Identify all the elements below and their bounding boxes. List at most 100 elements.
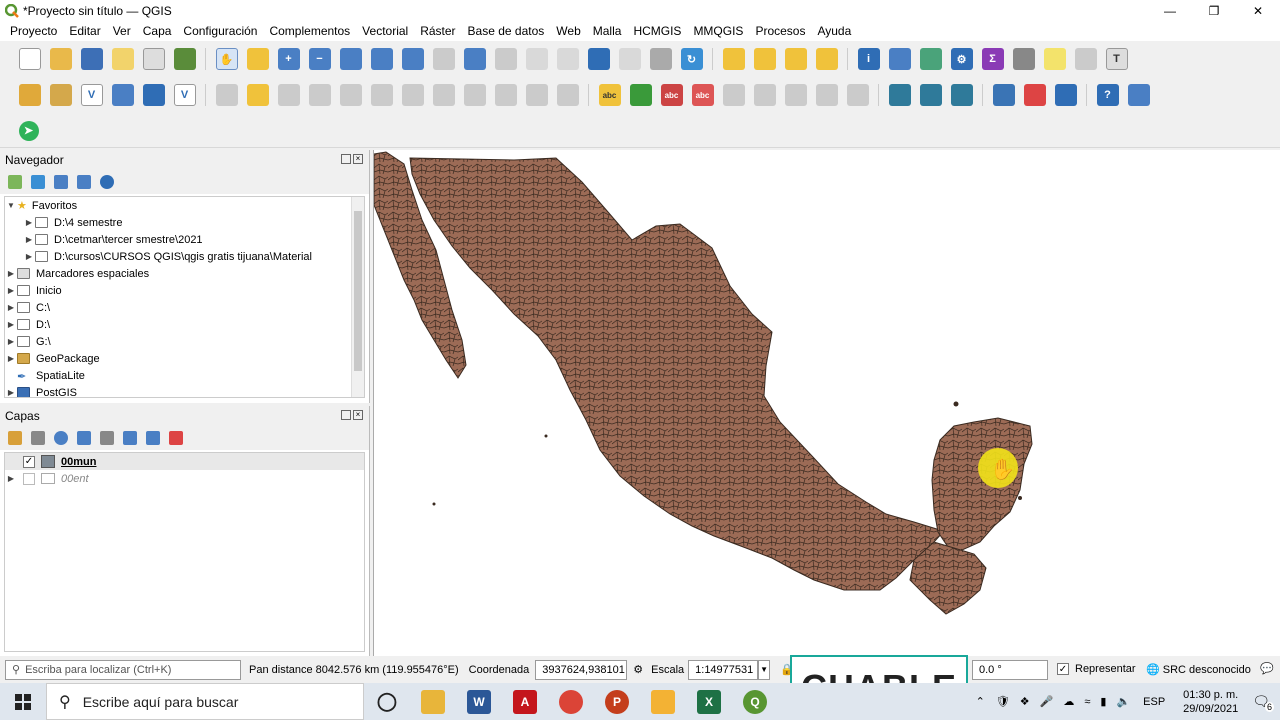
menu-web[interactable]: Web [556,24,580,38]
menu-mmqgis[interactable]: MMQGIS [693,24,743,38]
zoom-next-icon[interactable] [494,48,517,70]
layer-row-00ent[interactable]: ▶ 00ent [5,470,364,487]
python-console-icon[interactable] [992,84,1015,106]
input-language[interactable]: ESP [1143,696,1165,708]
move-label-icon[interactable] [722,84,745,106]
temporal-controller-icon[interactable] [649,48,672,70]
style-manager-icon[interactable] [173,48,196,70]
new-geopackage-icon[interactable] [49,84,72,106]
expand-arrow-icon[interactable]: ▼ [5,201,17,210]
add-virtual-layer-icon[interactable]: V [173,84,196,106]
open-attribute-table-icon[interactable] [888,48,911,70]
tree-item-home[interactable]: ▶ Inicio [5,282,364,299]
expand-arrow-icon[interactable]: ▶ [5,320,17,329]
expand-arrow-icon[interactable]: ▶ [23,252,35,261]
expand-arrow-icon[interactable]: ▶ [23,235,35,244]
unpin-label-icon[interactable] [846,84,869,106]
layer-visibility-checkbox[interactable]: ✓ [23,455,35,468]
web-service-wms-icon[interactable] [888,84,911,106]
menu-capa[interactable]: Capa [143,24,172,38]
show-bookmarks-icon[interactable] [618,48,641,70]
new-3d-view-icon[interactable] [556,48,579,70]
tree-item-favorite[interactable]: ▶ D:\4 semestre [5,214,364,231]
wifi-icon[interactable]: ≈ [1084,696,1090,708]
vertex-tool-icon[interactable] [339,84,362,106]
field-calculator-icon[interactable] [919,48,942,70]
manage-visibility-icon[interactable] [54,431,68,445]
menu-editar[interactable]: Editar [69,24,100,38]
diagram-tool-icon[interactable] [629,84,652,106]
show-hide-labels-icon[interactable]: abc [691,84,714,106]
add-spatialite-icon[interactable] [142,84,165,106]
dropbox-icon[interactable]: ❖ [1020,695,1030,708]
toggle-extents-icon[interactable]: ⚙ [633,663,643,676]
zoom-out-icon[interactable]: − [308,48,331,70]
menu-ver[interactable]: Ver [113,24,131,38]
layout-manager-icon[interactable] [142,48,165,70]
zoom-native-icon[interactable] [432,48,455,70]
refresh-browser-icon[interactable] [31,175,45,189]
expand-arrow-icon[interactable]: ▶ [23,218,35,227]
coordinate-field[interactable]: 3937624,938101 [535,659,628,680]
open-project-icon[interactable] [49,48,72,70]
tree-item-bookmarks[interactable]: ▶ Marcadores espaciales [5,265,364,282]
rotate-label-icon[interactable] [753,84,776,106]
text-annotation-icon[interactable]: T [1105,48,1128,70]
show-hidden-icons-icon[interactable]: ⌃ [976,695,985,708]
layer-visibility-checkbox[interactable] [23,472,35,485]
render-toggle[interactable]: ✓ Representar [1057,663,1136,675]
render-checkbox[interactable]: ✓ [1057,663,1069,675]
close-panel-icon[interactable]: × [353,154,363,164]
menu-complementos[interactable]: Complementos [269,24,350,38]
deselect-features-icon[interactable] [784,48,807,70]
expand-all-icon[interactable] [123,431,137,445]
pan-to-selection-icon[interactable] [246,48,269,70]
change-label-icon[interactable] [784,84,807,106]
acrobat-icon[interactable]: A [513,689,537,714]
paste-features-icon[interactable] [494,84,517,106]
menu-vectorial[interactable]: Vectorial [362,24,408,38]
map-canvas[interactable]: ✋ [373,150,1280,656]
qgis-taskbar-icon[interactable]: Q [743,689,767,714]
tree-item-drive-g[interactable]: ▶ G:\ [5,333,364,350]
new-map-view-icon[interactable] [525,48,548,70]
expand-arrow-icon[interactable]: ▶ [5,303,17,312]
menu-configuracion[interactable]: Configuración [183,24,257,38]
excel-icon[interactable]: X [697,689,721,714]
float-panel-icon[interactable] [341,410,351,420]
data-source-manager-icon[interactable] [18,84,41,106]
new-shapefile-icon[interactable] [111,84,134,106]
save-project-icon[interactable] [80,48,103,70]
toolbar-extension-icon[interactable] [1127,84,1150,106]
current-edits-icon[interactable] [215,84,238,106]
taskbar-search-input[interactable]: ⚲ Escribe aquí para buscar [46,683,364,720]
menu-hcmgis[interactable]: HCMGIS [633,24,681,38]
measure-line-icon[interactable] [1012,48,1035,70]
web-service-wfs-icon[interactable] [919,84,942,106]
pan-map-icon[interactable]: ✋ [215,48,238,70]
browser-scrollbar[interactable] [351,197,364,397]
properties-info-icon[interactable] [100,175,114,189]
filter-legend-icon[interactable] [77,431,91,445]
select-features-icon[interactable] [722,48,745,70]
tree-item-favorite[interactable]: ▶ D:\cursos\CURSOS QGIS\qgis gratis tijua… [5,248,364,265]
close-panel-icon[interactable]: × [353,410,363,420]
rotation-field[interactable]: 0.0 ° [972,660,1048,680]
select-by-value-icon[interactable] [753,48,776,70]
save-edits-icon[interactable] [277,84,300,106]
share-plugin-icon[interactable]: ➤ [18,120,39,141]
restore-button[interactable]: ❐ [1192,0,1236,21]
tree-item-spatialite[interactable]: ✒ SpatiaLite [5,367,364,384]
zoom-full-icon[interactable] [339,48,362,70]
windows-start-icon[interactable] [0,683,46,720]
powerpoint-icon[interactable]: P [605,689,629,714]
pin-labels-icon[interactable]: abc [660,84,683,106]
menu-raster[interactable]: Ráster [420,24,455,38]
menu-procesos[interactable]: Procesos [755,24,805,38]
minimize-button[interactable]: — [1148,0,1192,21]
expand-arrow-icon[interactable]: ▶ [5,337,17,346]
notifications-icon[interactable]: 🗨 6 [1252,693,1274,712]
mexico-municipalities-map[interactable]: ✋ [374,150,1280,656]
word-icon[interactable]: W [467,689,491,714]
collapse-all-icon[interactable] [77,175,91,189]
